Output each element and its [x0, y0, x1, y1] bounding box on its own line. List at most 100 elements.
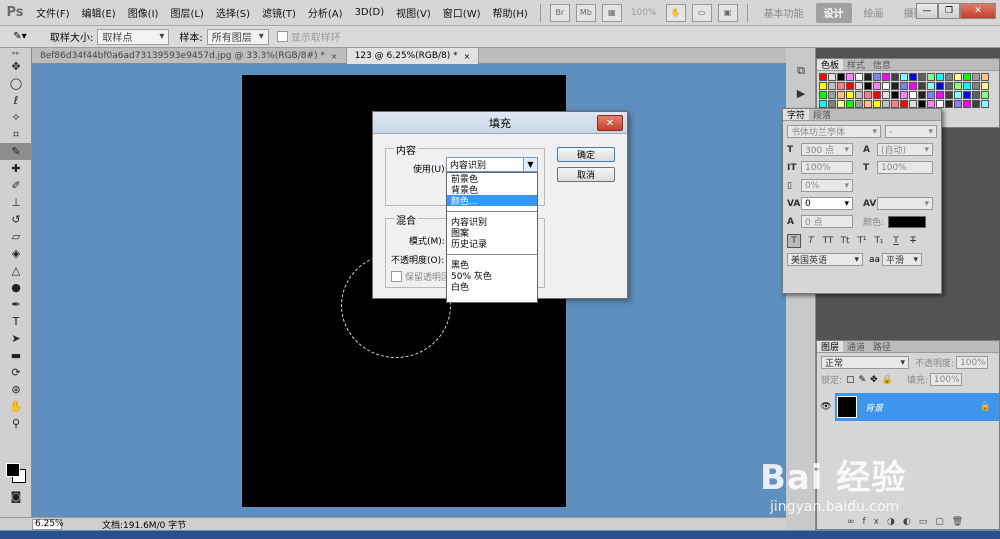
3d-rotate-tool-icon[interactable]: ⟳: [0, 364, 32, 381]
swatch[interactable]: [963, 91, 971, 99]
layer-opacity-input[interactable]: 100%: [956, 356, 989, 369]
swatch[interactable]: [972, 82, 980, 90]
swatch[interactable]: [918, 73, 926, 81]
menu-edit[interactable]: 编辑(E): [76, 0, 122, 26]
underline-button[interactable]: T: [889, 234, 903, 248]
clone-stamp-tool-icon[interactable]: ⊥: [0, 194, 32, 211]
swatch[interactable]: [846, 91, 854, 99]
view-extras-icon[interactable]: ▦: [601, 3, 622, 22]
sample-size-select[interactable]: 取样点 ▾: [97, 28, 170, 45]
swatch[interactable]: [900, 82, 908, 90]
tab-paths[interactable]: 路径: [869, 341, 895, 353]
menu-select[interactable]: 选择(S): [210, 0, 256, 26]
ok-button[interactable]: 确定: [557, 147, 615, 162]
restore-button[interactable]: ❐: [938, 3, 960, 19]
subscript-button[interactable]: T₁: [872, 234, 886, 248]
close-window-button[interactable]: ✕: [960, 3, 996, 19]
small-caps-button[interactable]: Tt: [838, 234, 852, 248]
swatch[interactable]: [882, 73, 890, 81]
swatch[interactable]: [981, 91, 989, 99]
zoom-level-dropdown[interactable]: 100%: [631, 8, 657, 18]
swatch[interactable]: [873, 100, 881, 108]
blend-mode-select[interactable]: 正常 ▾: [821, 356, 909, 369]
swatch[interactable]: [945, 100, 953, 108]
lasso-tool-icon[interactable]: ℓ: [0, 92, 32, 109]
swatch[interactable]: [936, 100, 944, 108]
swatch[interactable]: [873, 73, 881, 81]
dialog-close-button[interactable]: ✕: [597, 115, 623, 131]
swatch[interactable]: [909, 73, 917, 81]
swatch[interactable]: [936, 82, 944, 90]
swatch[interactable]: [945, 73, 953, 81]
menu-image[interactable]: 图像(I): [122, 0, 165, 26]
menu-help[interactable]: 帮助(H): [487, 0, 534, 26]
minimize-button[interactable]: —: [916, 3, 938, 19]
chevron-down-icon[interactable]: ▼: [523, 158, 537, 171]
shape-tool-icon[interactable]: ▬: [0, 347, 32, 364]
swatch[interactable]: [918, 82, 926, 90]
quick-mask-icon[interactable]: ◙: [0, 488, 32, 505]
swatch[interactable]: [963, 100, 971, 108]
swatch[interactable]: [918, 100, 926, 108]
font-size-input[interactable]: 300 点 ▾: [801, 143, 853, 156]
swatch[interactable]: [819, 73, 827, 81]
document-info[interactable]: 文档:191.6M/0 字节: [102, 518, 186, 531]
zoom-input[interactable]: 6.25%: [32, 518, 64, 530]
swatch[interactable]: [837, 82, 845, 90]
swatch[interactable]: [963, 82, 971, 90]
font-family-select[interactable]: 书体坊兰亭体 ▾: [787, 125, 881, 138]
swatch[interactable]: [981, 100, 989, 108]
eye-icon[interactable]: 👁: [817, 393, 835, 421]
tab-paragraph[interactable]: 段落: [809, 109, 835, 121]
swatch[interactable]: [891, 100, 899, 108]
cancel-button[interactable]: 取消: [557, 167, 615, 182]
swatch[interactable]: [945, 82, 953, 90]
swatch[interactable]: [936, 73, 944, 81]
tab-info[interactable]: 信息: [869, 59, 895, 71]
eraser-tool-icon[interactable]: ▱: [0, 228, 32, 245]
all-caps-button[interactable]: TT: [821, 234, 835, 248]
horizontal-scale-input[interactable]: 100%: [877, 161, 933, 174]
swatch[interactable]: [837, 73, 845, 81]
swatch[interactable]: [900, 91, 908, 99]
superscript-button[interactable]: T¹: [855, 234, 869, 248]
swatch[interactable]: [954, 91, 962, 99]
show-sampling-ring-checkbox[interactable]: 显示取样环: [276, 29, 341, 44]
lock-icons[interactable]: ▢✎✥🔒: [846, 375, 897, 385]
swatch[interactable]: [900, 73, 908, 81]
workspace-essentials[interactable]: 基本功能: [754, 0, 814, 26]
tab-layers[interactable]: 图层: [817, 341, 844, 353]
arrange-documents-icon[interactable]: ▭: [691, 3, 712, 22]
baseline-shift-input[interactable]: 0 点: [801, 215, 853, 228]
3d-orbit-tool-icon[interactable]: ⊛: [0, 381, 32, 398]
swatch[interactable]: [828, 73, 836, 81]
swatch[interactable]: [882, 100, 890, 108]
swatch[interactable]: [891, 91, 899, 99]
menu-3d[interactable]: 3D(D): [349, 0, 391, 26]
tsume-input[interactable]: 0% ▾: [801, 179, 853, 192]
faux-italic-button[interactable]: T: [804, 234, 818, 248]
swatch[interactable]: [936, 91, 944, 99]
tab-styles[interactable]: 样式: [843, 59, 869, 71]
eyedropper-preset-icon[interactable]: ✎▾: [0, 31, 40, 42]
ellipse-marquee-tool-icon[interactable]: ◯: [0, 75, 32, 92]
blur-tool-icon[interactable]: △: [0, 262, 32, 279]
workspace-design[interactable]: 设计: [815, 2, 852, 23]
leading-input[interactable]: (自动) ▾: [877, 143, 933, 156]
kerning-input[interactable]: 0 ▾: [801, 197, 853, 210]
foreground-color-swatch[interactable]: [6, 463, 20, 477]
workspace-painting[interactable]: 绘画: [854, 0, 894, 26]
toolbar-collapse-icon[interactable]: ▸▸: [0, 48, 32, 58]
swatch[interactable]: [954, 73, 962, 81]
quick-selection-tool-icon[interactable]: ✧: [0, 109, 32, 126]
swatch[interactable]: [945, 91, 953, 99]
tracking-input[interactable]: ▾: [877, 197, 933, 210]
option-color[interactable]: 颜色...: [447, 195, 537, 207]
option-history[interactable]: 历史记录: [447, 238, 537, 250]
swatch[interactable]: [981, 73, 989, 81]
swatch[interactable]: [927, 100, 935, 108]
swatch[interactable]: [891, 73, 899, 81]
swatch[interactable]: [846, 100, 854, 108]
swatch[interactable]: [855, 73, 863, 81]
pen-tool-icon[interactable]: ✒: [0, 296, 32, 313]
